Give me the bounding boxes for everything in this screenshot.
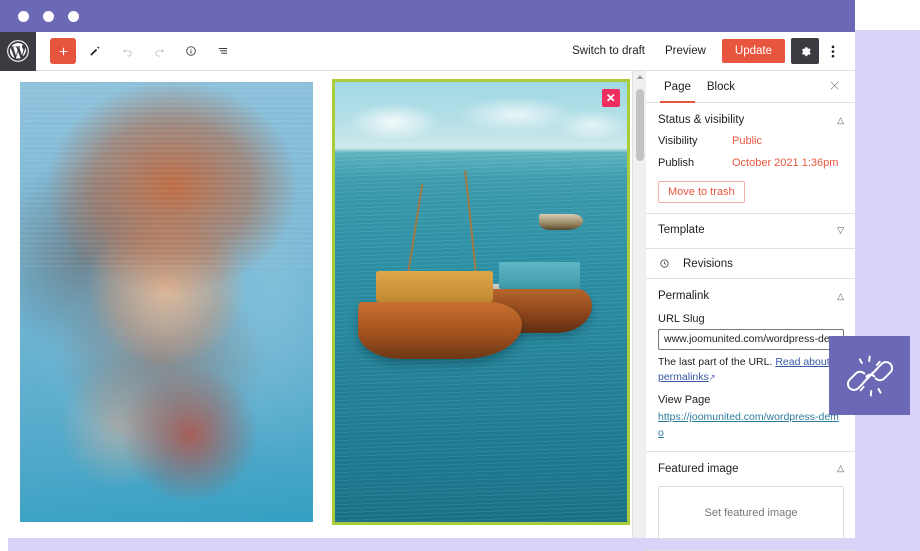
browser-window: Switch to draft Preview Update Page Bloc… <box>0 0 856 551</box>
template-panel: Template ▽ <box>646 214 856 249</box>
status-visibility-header[interactable]: Status & visibility △ <box>658 112 844 130</box>
settings-sidebar: Page Block Status & visibility △ Visibil… <box>632 71 856 551</box>
edit-pencil-icon[interactable] <box>82 38 108 64</box>
revisions-clock-icon <box>660 259 669 268</box>
redo-icon[interactable] <box>146 38 172 64</box>
chevron-up-icon[interactable]: △ <box>837 463 844 474</box>
template-header[interactable]: Template ▽ <box>658 222 844 240</box>
underwater-veil-overlay <box>20 82 313 522</box>
permalink-help-text: The last part of the URL. Read about per… <box>658 355 844 385</box>
boats-on-sea-photo <box>335 82 627 522</box>
sidebar-scrollbar[interactable] <box>633 71 646 538</box>
update-button[interactable]: Update <box>721 39 785 63</box>
move-to-trash-button[interactable]: Move to trash <box>658 181 745 203</box>
tab-block[interactable]: Block <box>699 71 743 103</box>
template-title: Template <box>658 224 705 236</box>
view-page-link-wrap: https://joomunited.com/wordpress-demo <box>658 410 844 440</box>
view-page-label: View Page <box>658 394 711 407</box>
sidebar-body: Page Block Status & visibility △ Visibil… <box>646 71 856 551</box>
preview-button[interactable]: Preview <box>655 39 716 63</box>
featured-image-title: Featured image <box>658 462 739 475</box>
window-titlebar <box>0 0 855 32</box>
visibility-row[interactable]: Visibility Public <box>658 130 844 152</box>
permalink-header[interactable]: Permalink △ <box>658 288 844 306</box>
revisions-row[interactable]: Revisions <box>658 257 844 270</box>
set-featured-image-button[interactable]: Set featured image <box>658 485 844 540</box>
window-close-dot[interactable] <box>18 10 29 22</box>
sky-clouds <box>335 95 627 144</box>
editor-canvas[interactable] <box>0 71 632 538</box>
featured-image-header[interactable]: Featured image △ <box>658 461 844 479</box>
sidebar-tabs: Page Block <box>646 71 856 103</box>
sidebar-scrollbar-thumb[interactable] <box>636 89 644 161</box>
publish-value[interactable]: October 2021 1:36pm <box>732 157 838 169</box>
publish-row[interactable]: Publish October 2021 1:36pm <box>658 152 844 174</box>
permalink-help-prefix: The last part of the URL. <box>658 356 773 368</box>
revisions-panel[interactable]: Revisions <box>646 249 856 279</box>
tab-page[interactable]: Page <box>656 71 699 103</box>
external-link-icon: ↗ <box>708 373 716 383</box>
scroll-up-caret-icon[interactable] <box>637 75 643 79</box>
permalink-panel: Permalink △ URL Slug www.joomunited.com/… <box>646 279 856 452</box>
view-page-link[interactable]: https://joomunited.com/wordpress-demo <box>658 410 844 440</box>
main-boat-canopy <box>375 271 493 302</box>
main-boat-hull <box>358 302 522 360</box>
visibility-label: Visibility <box>658 135 698 147</box>
list-view-icon[interactable] <box>210 38 236 64</box>
status-visibility-panel: Status & visibility △ Visibility Public … <box>646 103 856 214</box>
underwater-portrait-photo <box>20 82 313 522</box>
chevron-up-icon[interactable]: △ <box>837 115 844 126</box>
featured-image-panel: Featured image △ Set featured image <box>646 452 856 551</box>
editor-header: Switch to draft Preview Update <box>0 31 855 71</box>
underwater-portrait-image[interactable] <box>20 82 313 522</box>
revisions-label: Revisions <box>683 257 733 270</box>
app-root: Switch to draft Preview Update Page Bloc… <box>0 0 920 551</box>
chain-link-badge <box>829 336 910 415</box>
boats-on-sea-image[interactable] <box>332 79 630 525</box>
window-minimize-dot[interactable] <box>43 10 54 22</box>
close-sidebar-icon[interactable] <box>824 79 846 94</box>
second-boat-canopy <box>498 262 581 289</box>
window-maximize-dot[interactable] <box>68 10 79 22</box>
chain-link-icon <box>846 355 893 396</box>
switch-to-draft-button[interactable]: Switch to draft <box>562 39 655 63</box>
url-slug-input[interactable]: www.joomunited.com/wordpress-demo <box>658 329 844 350</box>
status-visibility-title: Status & visibility <box>658 114 745 126</box>
chevron-up-icon[interactable]: △ <box>837 291 844 302</box>
add-block-icon[interactable] <box>50 38 76 64</box>
distant-boat <box>539 214 584 230</box>
editor-tools-left <box>36 38 236 64</box>
publish-label: Publish <box>658 157 695 169</box>
visibility-value[interactable]: Public <box>732 135 762 147</box>
decorative-accent-band-right <box>855 30 920 551</box>
undo-icon[interactable] <box>114 38 140 64</box>
chevron-down-icon[interactable]: ▽ <box>837 225 844 236</box>
editor-tools-right: Switch to draft Preview Update <box>562 38 855 64</box>
permalink-title: Permalink <box>658 290 710 302</box>
wordpress-logo-icon[interactable] <box>0 31 36 71</box>
url-slug-label: URL Slug <box>658 313 705 325</box>
image-blocks-row <box>20 79 630 525</box>
close-icon[interactable] <box>602 89 620 107</box>
gear-icon[interactable] <box>791 38 819 64</box>
info-icon[interactable] <box>178 38 204 64</box>
kebab-menu-icon[interactable] <box>821 38 845 64</box>
